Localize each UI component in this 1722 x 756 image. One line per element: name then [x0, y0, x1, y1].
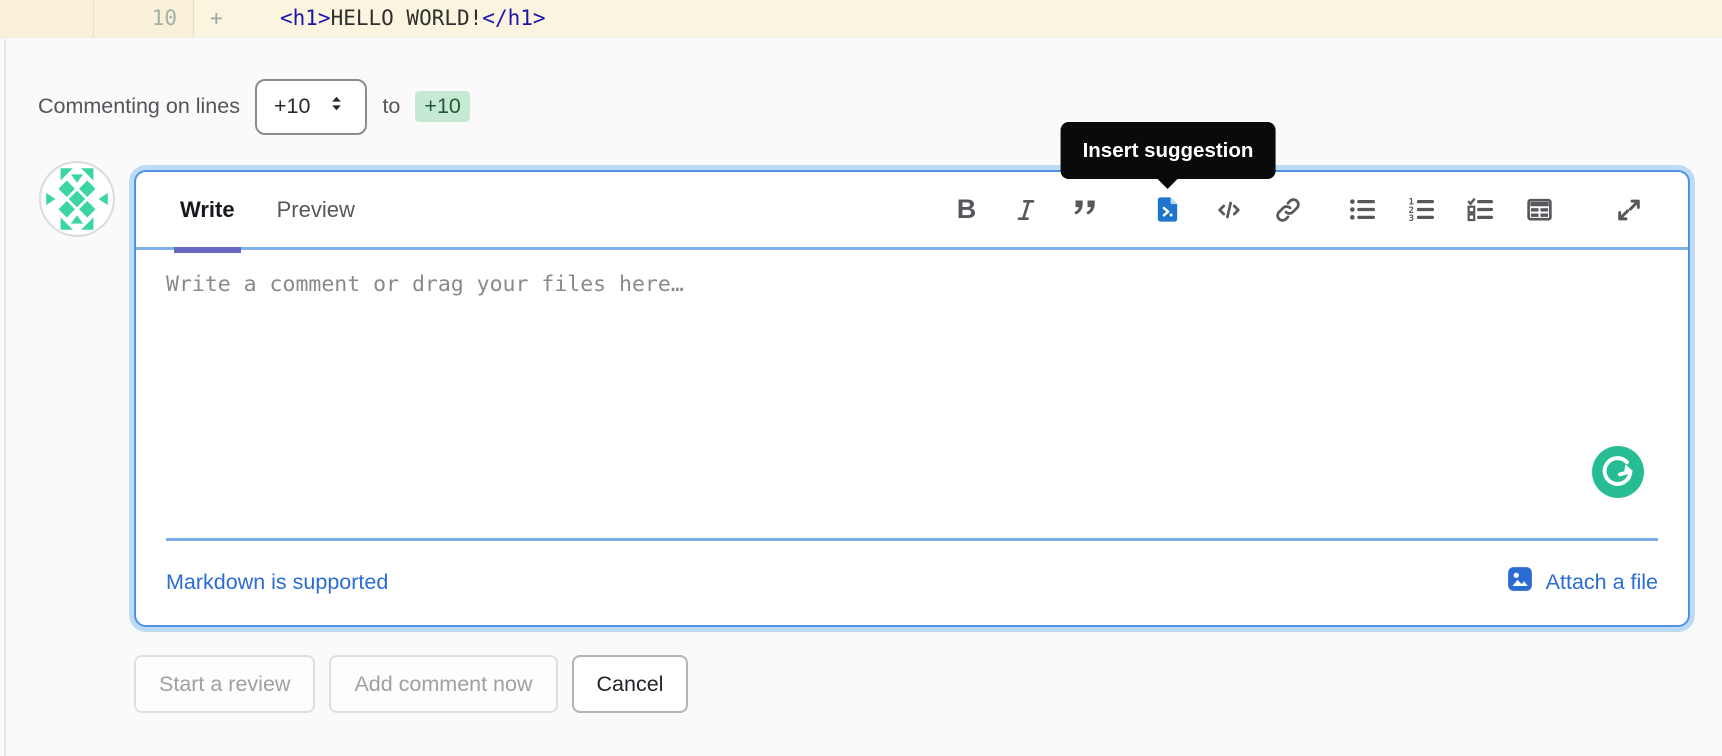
- markdown-supported-link[interactable]: Markdown is supported: [166, 570, 388, 595]
- numbered-list-button[interactable]: 123: [1392, 181, 1451, 239]
- add-comment-now-button[interactable]: Add comment now: [329, 655, 558, 713]
- italic-icon: [1013, 197, 1039, 223]
- cancel-button[interactable]: Cancel: [571, 655, 689, 713]
- comment-actions: Start a review Add comment now Cancel: [134, 655, 689, 713]
- chevron-up-down-icon: [325, 92, 348, 121]
- comment-textarea[interactable]: [166, 264, 1662, 532]
- html-close-tag: </h1>: [482, 6, 546, 30]
- editor-header: Write Preview B 1 2 3: [136, 171, 1688, 253]
- insert-suggestion-icon: [1153, 195, 1182, 224]
- diff-old-line-gutter: [0, 0, 94, 37]
- quote-icon: [1071, 196, 1098, 223]
- svg-text:3: 3: [1408, 213, 1414, 224]
- image-attachment-icon: [1505, 564, 1535, 600]
- diff-new-line-number[interactable]: 10: [94, 0, 194, 37]
- markdown-toolbar: B 1 2 3: [937, 181, 1658, 239]
- attach-file-link[interactable]: Attach a file: [1505, 564, 1658, 600]
- full-screen-button[interactable]: [1599, 181, 1658, 239]
- avatar: [38, 160, 116, 238]
- inline-comment-section: Commenting on lines +10 to +10 Insert su…: [4, 39, 1722, 756]
- attach-file-label: Attach a file: [1545, 569, 1658, 594]
- to-label: to: [382, 94, 401, 118]
- diff-line-row: 10 + <h1>HELLO WORLD!</h1>: [0, 0, 1722, 38]
- bullet-list-icon: [1348, 195, 1377, 224]
- code-text: HELLO WORLD!: [330, 6, 483, 30]
- quote-button[interactable]: [1055, 181, 1114, 239]
- bold-button[interactable]: B: [937, 181, 996, 239]
- numbered-list-icon: 123: [1407, 195, 1436, 224]
- code-button[interactable]: [1199, 181, 1258, 239]
- link-icon: [1274, 196, 1302, 224]
- html-open-tag: <h1>: [280, 6, 331, 30]
- task-list-button[interactable]: [1451, 181, 1510, 239]
- start-review-button[interactable]: Start a review: [134, 655, 316, 713]
- diff-added-sign: +: [210, 6, 223, 30]
- table-icon: [1525, 195, 1554, 224]
- editor-tabs: Write Preview: [174, 171, 355, 253]
- italic-button[interactable]: [996, 181, 1055, 239]
- bold-icon: B: [956, 194, 977, 224]
- insert-suggestion-button[interactable]: [1138, 181, 1197, 239]
- tab-preview[interactable]: Preview: [277, 171, 355, 249]
- commenting-label: Commenting on lines: [38, 94, 240, 118]
- tab-write[interactable]: Write: [174, 171, 241, 253]
- table-button[interactable]: [1510, 181, 1569, 239]
- code-icon: [1215, 196, 1243, 224]
- start-line-value: +10: [273, 94, 311, 118]
- bullet-list-button[interactable]: [1333, 181, 1392, 239]
- end-line-badge: +10: [415, 91, 470, 122]
- insert-suggestion-tooltip: Insert suggestion: [1060, 122, 1276, 179]
- task-list-icon: [1466, 195, 1495, 224]
- start-line-select[interactable]: +10: [254, 78, 368, 135]
- editor-footer: Markdown is supported Attach a file: [166, 541, 1658, 623]
- diff-code-line: <h1>HELLO WORLD!</h1>: [280, 0, 546, 37]
- commenting-on-lines-row: Commenting on lines +10 to +10: [38, 78, 470, 135]
- link-button[interactable]: [1258, 181, 1317, 239]
- grammarly-badge[interactable]: [1592, 446, 1644, 498]
- comment-editor: Insert suggestion Write Preview B 1 2 3 …: [134, 122, 1690, 627]
- full-screen-icon: [1615, 196, 1643, 224]
